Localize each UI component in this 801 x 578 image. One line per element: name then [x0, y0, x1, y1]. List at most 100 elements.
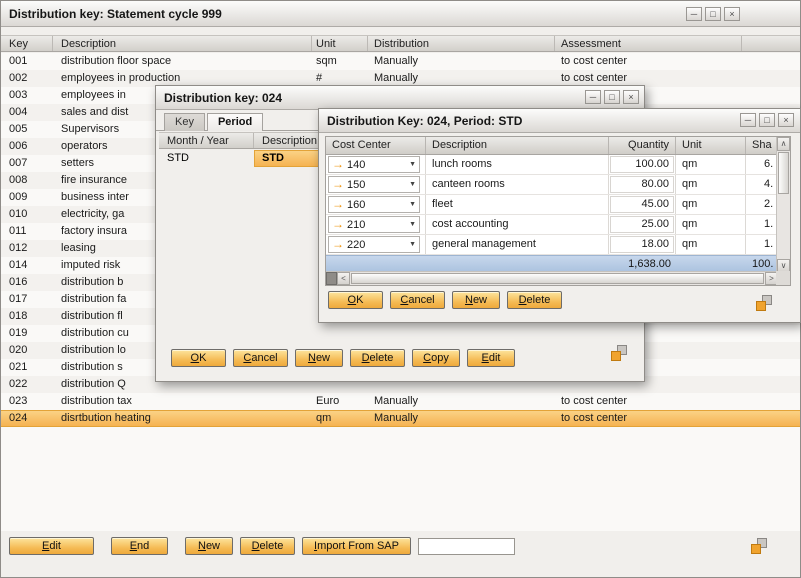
scroll-down-icon: ∨ — [781, 261, 787, 270]
form-settings-icon[interactable] — [751, 538, 767, 554]
link-arrow-icon[interactable]: → — [329, 177, 347, 192]
table-row[interactable]: →160▼fleet45.00qm2. — [326, 195, 778, 215]
minimize-icon: ─ — [590, 92, 596, 102]
detail-grid: Cost Center Description Quantity Unit Sh… — [325, 136, 791, 286]
detail-dialog-titlebar[interactable]: Distribution Key: 024, Period: STD ─ □ × — [319, 109, 800, 133]
column-header-cost-center[interactable]: Cost Center — [326, 137, 426, 154]
split-box[interactable] — [326, 272, 337, 285]
delete-button[interactable]: Delete — [507, 291, 562, 309]
column-header-filler — [742, 36, 800, 51]
form-settings-icon[interactable] — [756, 295, 772, 311]
copy-button[interactable]: Copy — [412, 349, 460, 367]
minimize-button[interactable]: ─ — [585, 90, 601, 104]
main-titlebar[interactable]: Distribution key: Statement cycle 999 ─ … — [1, 1, 800, 27]
column-header-unit[interactable]: Unit — [312, 36, 368, 51]
scrollbar-thumb[interactable] — [778, 152, 789, 194]
cost-center-combo[interactable]: →140▼ — [328, 156, 420, 173]
table-row[interactable]: →150▼canteen rooms80.00qm4. — [326, 175, 778, 195]
scroll-left-button[interactable]: < — [337, 272, 350, 285]
import-from-sap-button[interactable]: Import From SAP — [302, 537, 411, 555]
detail-dialog: Distribution Key: 024, Period: STD ─ □ ×… — [318, 108, 801, 323]
new-button[interactable]: New — [185, 537, 233, 555]
cost-center-combo[interactable]: →210▼ — [328, 216, 420, 233]
quantity-field[interactable]: 25.00 — [610, 216, 674, 233]
link-arrow-icon[interactable]: → — [329, 197, 347, 212]
dropdown-icon[interactable]: ▼ — [406, 221, 419, 228]
table-row[interactable]: 001distribution floor spacesqmManuallyto… — [1, 53, 800, 70]
main-footer-buttons: Edit End New Delete Import From SAP — [9, 537, 418, 555]
dropdown-icon[interactable]: ▼ — [406, 161, 419, 168]
column-header-unit[interactable]: Unit — [676, 137, 746, 154]
close-icon: × — [628, 92, 633, 102]
close-button[interactable]: × — [778, 113, 794, 127]
edit-button[interactable]: Edit — [467, 349, 515, 367]
table-row[interactable]: →210▼cost accounting25.00qm1. — [326, 215, 778, 235]
window-title: Distribution key: Statement cycle 999 — [9, 7, 222, 21]
cost-center-combo[interactable]: →220▼ — [328, 236, 420, 253]
cancel-button[interactable]: Cancel — [390, 291, 445, 309]
column-header-quantity[interactable]: Quantity — [609, 137, 676, 154]
new-button[interactable]: New — [295, 349, 343, 367]
maximize-icon: □ — [609, 92, 614, 102]
link-arrow-icon[interactable]: → — [329, 157, 347, 172]
end-button[interactable]: End — [111, 537, 168, 555]
vertical-scrollbar[interactable]: ∧ ∨ — [776, 137, 790, 273]
delete-button[interactable]: Delete — [240, 537, 295, 555]
tab-period[interactable]: Period — [207, 113, 263, 131]
minimize-icon: ─ — [691, 9, 697, 19]
detail-footer-buttons: OK Cancel New Delete — [328, 291, 569, 309]
delete-button[interactable]: Delete — [350, 349, 405, 367]
period-dialog-titlebar[interactable]: Distribution key: 024 ─ □ × — [156, 86, 644, 110]
cost-center-combo[interactable]: →160▼ — [328, 196, 420, 213]
column-header-month-year[interactable]: Month / Year — [159, 133, 254, 148]
quantity-field[interactable]: 45.00 — [610, 196, 674, 213]
link-arrow-icon[interactable]: → — [329, 217, 347, 232]
minimize-button[interactable]: ─ — [740, 113, 756, 127]
column-header-distribution[interactable]: Distribution — [368, 36, 555, 51]
scroll-up-button[interactable]: ∧ — [777, 137, 790, 151]
maximize-button[interactable]: □ — [604, 90, 620, 104]
main-footer: Edit End New Delete Import From SAP — [9, 537, 515, 555]
ok-button[interactable]: OK — [171, 349, 226, 367]
scrollbar-track[interactable] — [350, 272, 765, 285]
command-input[interactable] — [418, 538, 515, 555]
horizontal-scrollbar[interactable]: < > — [326, 271, 778, 285]
scrollbar-thumb[interactable] — [351, 273, 764, 284]
maximize-button[interactable]: □ — [705, 7, 721, 21]
table-row[interactable]: 024disrtbution heatingqmManuallyto cost … — [1, 410, 800, 427]
table-row[interactable]: 023distribution taxEuroManuallyto cost c… — [1, 393, 800, 410]
period-footer-buttons: OK Cancel New Delete Copy Edit — [171, 349, 522, 367]
ok-button[interactable]: OK — [328, 291, 383, 309]
dropdown-icon[interactable]: ▼ — [406, 201, 419, 208]
tab-key[interactable]: Key — [164, 113, 205, 131]
edit-button[interactable]: Edit — [9, 537, 94, 555]
scroll-up-icon: ∧ — [781, 139, 787, 148]
quantity-field[interactable]: 18.00 — [610, 236, 674, 253]
quantity-field[interactable]: 80.00 — [610, 176, 674, 193]
dropdown-icon[interactable]: ▼ — [406, 241, 419, 248]
detail-grid-body: →140▼lunch rooms100.00qm6.→150▼canteen r… — [326, 155, 790, 255]
scrollbar-corner — [776, 271, 790, 285]
table-row[interactable]: →140▼lunch rooms100.00qm6. — [326, 155, 778, 175]
cancel-button[interactable]: Cancel — [233, 349, 288, 367]
minimize-button[interactable]: ─ — [686, 7, 702, 21]
close-icon: × — [783, 115, 788, 125]
cost-center-combo[interactable]: →150▼ — [328, 176, 420, 193]
minimize-icon: ─ — [745, 115, 751, 125]
column-header-share[interactable]: Sha — [746, 137, 778, 154]
dropdown-icon[interactable]: ▼ — [406, 181, 419, 188]
form-settings-icon[interactable] — [611, 345, 627, 361]
table-row[interactable]: →220▼general management18.00qm1. — [326, 235, 778, 255]
close-button[interactable]: × — [623, 90, 639, 104]
column-header-key[interactable]: Key — [1, 36, 53, 51]
new-button[interactable]: New — [452, 291, 500, 309]
quantity-field[interactable]: 100.00 — [610, 156, 674, 173]
maximize-button[interactable]: □ — [759, 113, 775, 127]
column-header-assessment[interactable]: Assessment — [555, 36, 742, 51]
column-header-description[interactable]: Description — [53, 36, 312, 51]
column-header-description[interactable]: Description — [426, 137, 609, 154]
window-controls: ─ □ × — [686, 7, 740, 21]
link-arrow-icon[interactable]: → — [329, 237, 347, 252]
close-button[interactable]: × — [724, 7, 740, 21]
dialog-title: Distribution key: 024 — [164, 91, 282, 105]
